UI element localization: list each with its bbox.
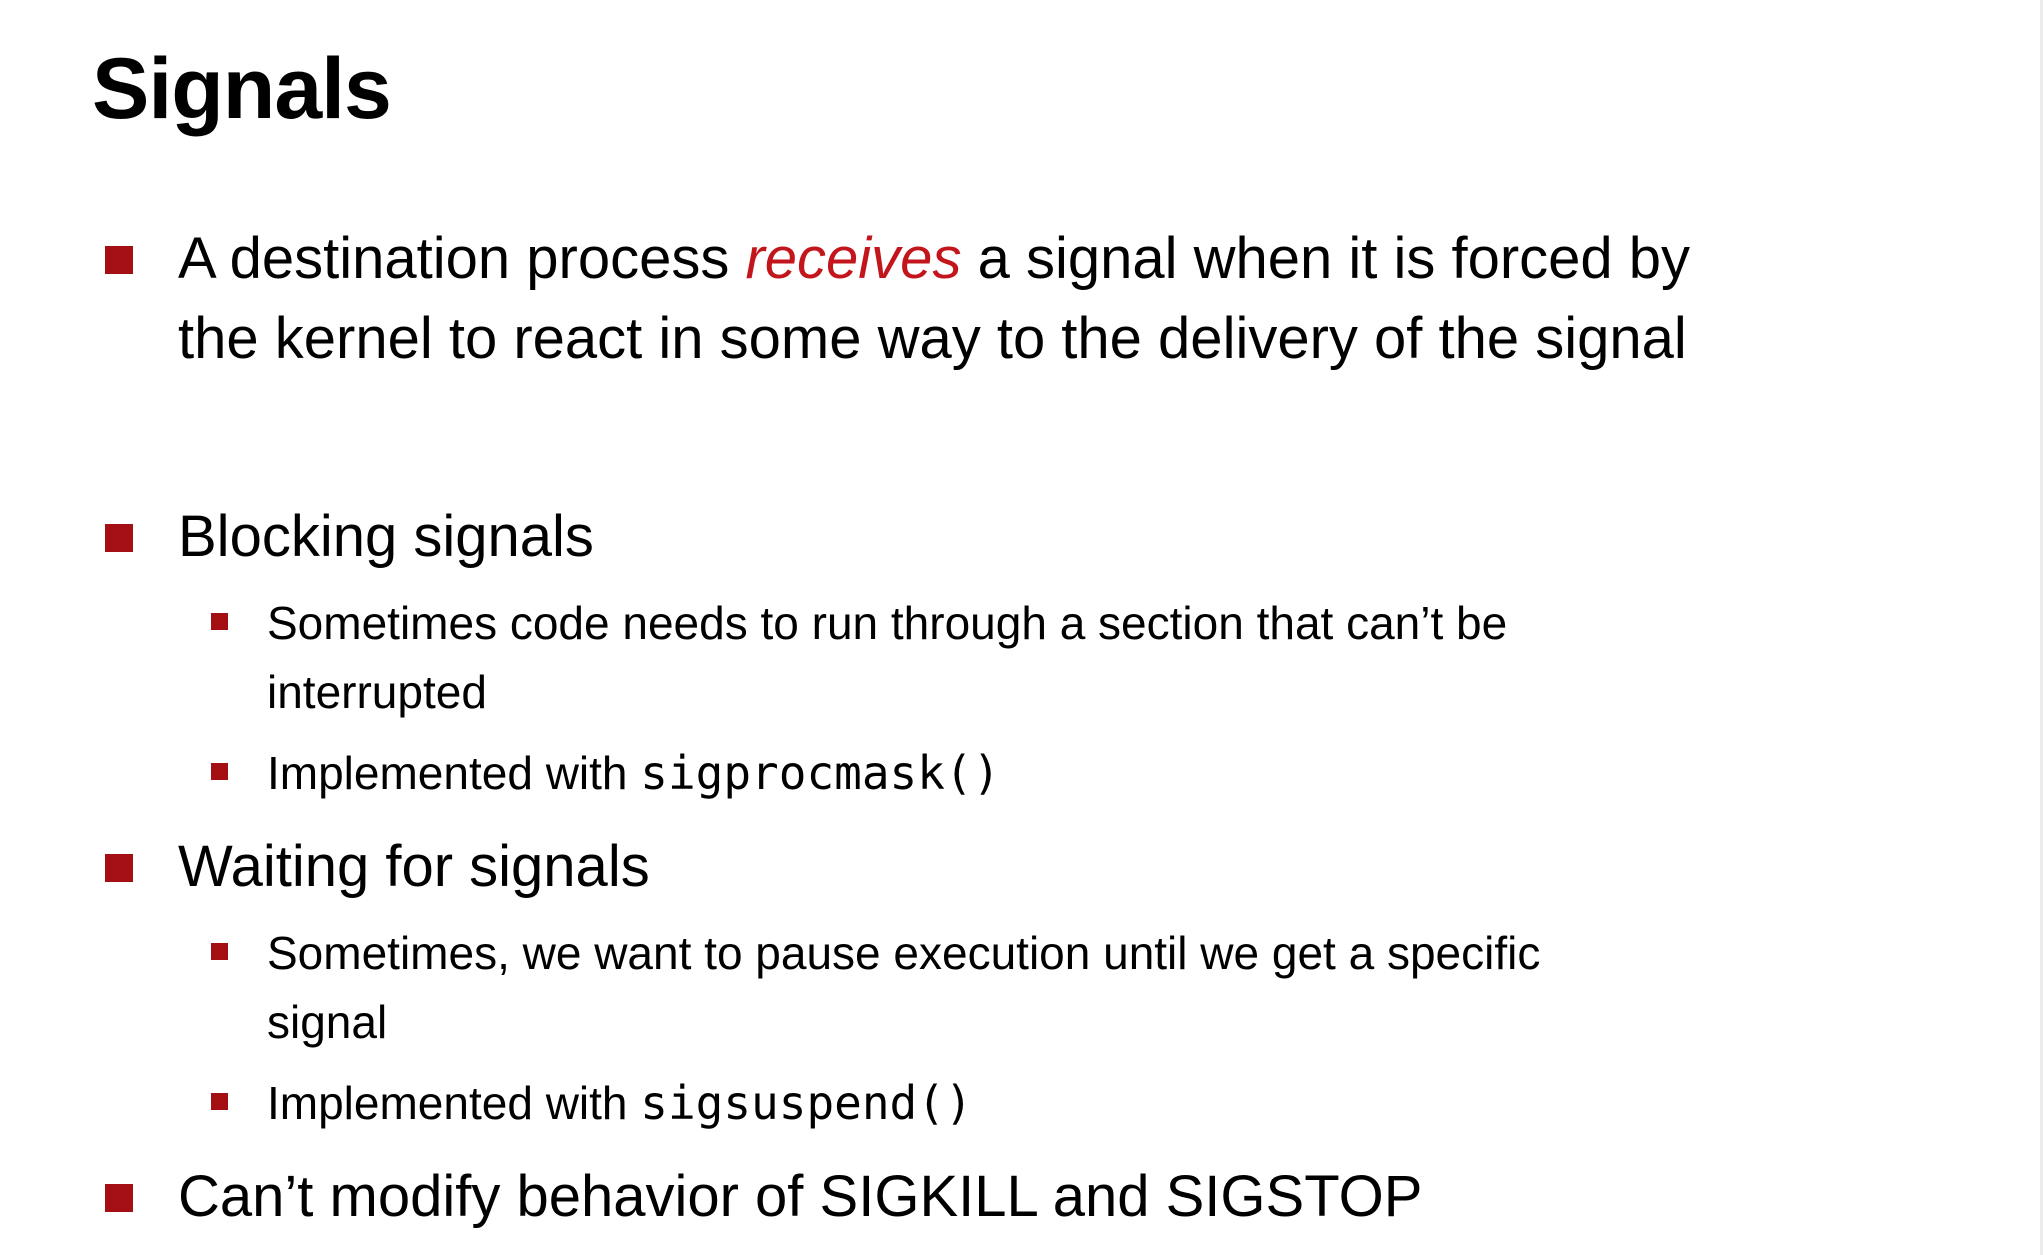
- bullet-square-icon: [105, 1184, 133, 1212]
- bullet-text: Blocking signals: [178, 504, 594, 569]
- bullet-text: Can’t modify behavior of SIGKILL and SIG…: [178, 1164, 1423, 1229]
- bullet-receives-line-2: the kernel to react in some way to the d…: [178, 299, 1687, 379]
- sub-bullet-square-icon: [211, 613, 228, 630]
- sub-bullet-square-icon: [211, 943, 228, 960]
- code-sigprocmask: sigprocmask(): [640, 746, 1001, 800]
- bullet-waiting-for-signals: Waiting for signals: [105, 827, 650, 907]
- bullet-square-icon: [105, 854, 133, 882]
- bullet-blocking-signals: Blocking signals: [105, 497, 594, 577]
- sub-bullet-text: interrupted: [267, 666, 487, 718]
- slide-title: Signals: [92, 41, 392, 137]
- bullet-sigkill-sigstop: Can’t modify behavior of SIGKILL and SIG…: [105, 1157, 1423, 1237]
- bullet-square-icon: [105, 246, 133, 274]
- sub-bullet-waiting-line-2: signal: [267, 988, 387, 1057]
- sub-bullet-text: Implemented with: [267, 1077, 641, 1129]
- emphasis-receives: receives: [745, 226, 962, 291]
- bullet-text: A destination process: [178, 226, 746, 291]
- bullet-square-icon: [105, 524, 133, 552]
- bullet-receives-line-1: A destination process receives a signal …: [105, 219, 1691, 299]
- sub-bullet-text: Sometimes, we want to pause execution un…: [267, 927, 1541, 979]
- sub-bullet-text: signal: [267, 996, 388, 1048]
- bullet-text: Waiting for signals: [178, 834, 650, 899]
- sub-bullet-text: Sometimes code needs to run through a se…: [267, 597, 1508, 649]
- sub-bullet-text: Implemented with: [267, 747, 641, 799]
- sub-bullet-square-icon: [211, 1093, 228, 1110]
- bullet-text: the kernel to react in some way to the d…: [178, 306, 1687, 371]
- code-sigsuspend: sigsuspend(): [640, 1076, 973, 1130]
- sub-bullet-square-icon: [211, 763, 228, 780]
- sub-bullet-sigprocmask: Implemented with sigprocmask(): [211, 739, 1001, 808]
- sub-bullet-blocking-line-1: Sometimes code needs to run through a se…: [211, 589, 1508, 658]
- slide: Signals A destination process receives a…: [0, 0, 2043, 1255]
- sub-bullet-waiting-line-1: Sometimes, we want to pause execution un…: [211, 919, 1541, 988]
- sub-bullet-blocking-line-2: interrupted: [267, 658, 487, 727]
- bullet-text: a signal when it is forced by: [961, 226, 1691, 291]
- sub-bullet-sigsuspend: Implemented with sigsuspend(): [211, 1069, 973, 1138]
